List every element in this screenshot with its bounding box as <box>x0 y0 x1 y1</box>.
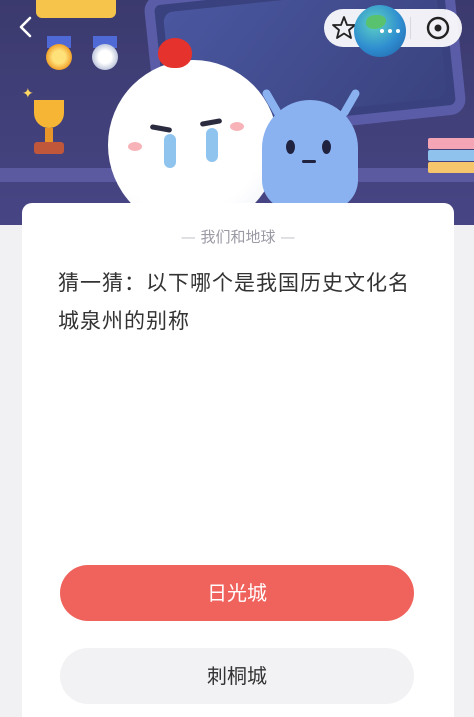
option-button-b[interactable]: 刺桐城 <box>60 648 414 704</box>
capsule-divider <box>410 17 411 39</box>
more-dots-icon <box>380 29 384 33</box>
alien-mascot <box>262 100 358 210</box>
more-dots-icon <box>396 29 400 33</box>
close-button[interactable] <box>424 14 452 42</box>
title-dash: — <box>180 228 196 246</box>
trophy-icon <box>28 100 70 160</box>
gold-medal-icon <box>46 44 72 70</box>
plaque-illustration <box>36 0 116 18</box>
category-label: 我们和地球 <box>200 228 276 246</box>
option-button-a[interactable]: 日光城 <box>60 565 414 621</box>
back-button[interactable] <box>14 14 40 40</box>
tear-drop <box>206 128 218 162</box>
tear-drop <box>164 134 176 168</box>
silver-medal-icon <box>92 44 118 70</box>
more-dots-icon <box>388 29 392 33</box>
chicken-cheek <box>230 122 244 131</box>
title-dash: — <box>280 228 296 246</box>
alien-mouth <box>302 160 316 163</box>
alien-eye <box>322 140 331 154</box>
alien-eye <box>286 140 295 154</box>
more-button[interactable] <box>378 22 402 34</box>
books-illustration <box>428 138 474 174</box>
close-circle-icon <box>426 16 450 40</box>
chicken-cheek <box>128 142 142 151</box>
question-text: 猜一猜：以下哪个是我国历史文化名城泉州的别称 <box>58 271 410 333</box>
chevron-left-icon <box>19 16 32 38</box>
chicken-comb <box>158 38 192 68</box>
category-title: — 我们和地球 — <box>22 226 454 247</box>
